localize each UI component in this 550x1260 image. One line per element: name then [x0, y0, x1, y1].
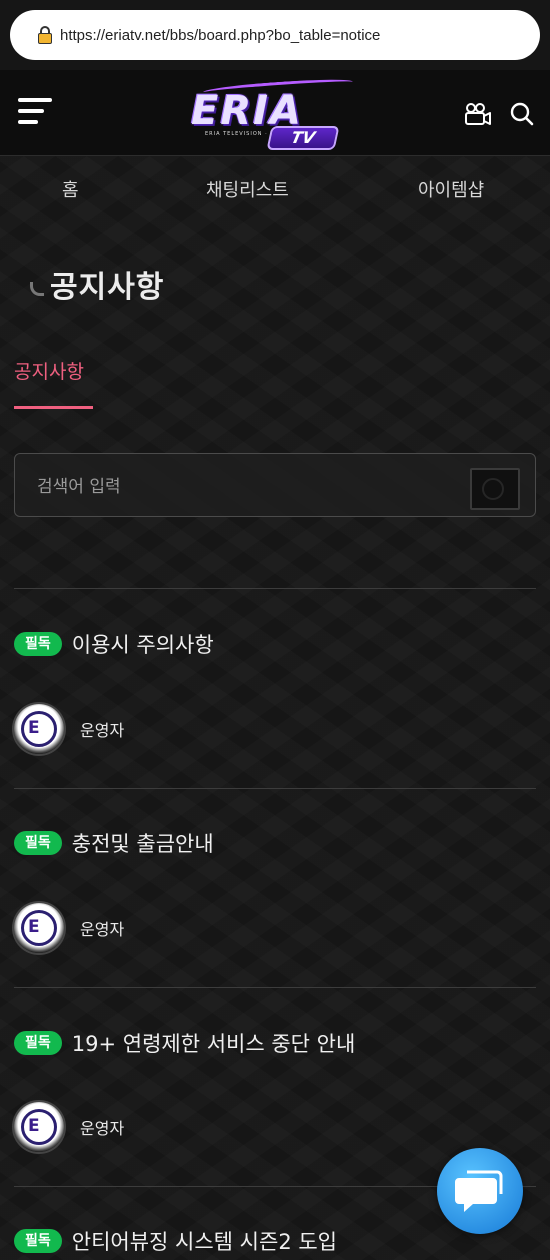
post-title[interactable]: 안티어뷰징 시스템 시즌2 도입	[72, 1226, 337, 1256]
author-name: 운영자	[80, 1119, 125, 1138]
video-camera-icon[interactable]	[464, 102, 492, 126]
search-box	[14, 453, 536, 517]
search-input[interactable]	[37, 474, 457, 500]
list-item[interactable]: 필독 충전및 출금안내	[14, 828, 214, 858]
chat-fab-button[interactable]	[437, 1148, 523, 1234]
post-author: E 운영자	[14, 704, 124, 754]
author-name: 운영자	[80, 920, 125, 939]
must-read-badge: 필독	[14, 632, 62, 656]
url-text[interactable]: https://eriatv.net/bbs/board.php?bo_tabl…	[60, 27, 380, 44]
list-divider	[14, 987, 536, 988]
site-logo[interactable]: ERIA ERIA TELEVISION · DIGITAL · 24/7 TV	[183, 76, 363, 154]
list-item[interactable]: 필독 안티어뷰징 시스템 시즌2 도입	[14, 1226, 337, 1256]
nav-item-chat-list[interactable]: 채팅리스트	[206, 176, 289, 202]
avatar: E	[14, 1102, 64, 1152]
post-author: E 운영자	[14, 1102, 124, 1152]
lock-icon	[38, 26, 52, 44]
post-title[interactable]: 19+ 연령제한 서비스 중단 안내	[72, 1028, 356, 1058]
site-header: ERIA ERIA TELEVISION · DIGITAL · 24/7 TV	[0, 70, 550, 156]
browser-chrome: https://eriatv.net/bbs/board.php?bo_tabl…	[0, 0, 550, 70]
page-title-row: 공지사항	[30, 262, 164, 306]
page-title: 공지사항	[50, 270, 165, 305]
search-icon[interactable]	[510, 102, 534, 126]
list-divider	[14, 588, 536, 589]
list-item[interactable]: 필독 19+ 연령제한 서비스 중단 안내	[14, 1028, 355, 1058]
menu-icon[interactable]	[18, 98, 54, 128]
main-nav: 홈 채팅리스트 아이템샵	[0, 156, 550, 220]
search-button[interactable]	[470, 468, 520, 510]
list-divider	[14, 788, 536, 789]
avatar: E	[14, 903, 64, 953]
author-name: 운영자	[80, 721, 125, 740]
nav-item-item-shop[interactable]: 아이템샵	[418, 176, 484, 202]
must-read-badge: 필독	[14, 831, 62, 855]
must-read-badge: 필독	[14, 1031, 62, 1055]
logo-tv-badge: TV	[266, 126, 340, 150]
post-author: E 운영자	[14, 903, 124, 953]
chat-icon	[455, 1170, 503, 1212]
avatar: E	[14, 704, 64, 754]
must-read-badge: 필독	[14, 1229, 62, 1253]
post-title[interactable]: 이용시 주의사항	[72, 629, 214, 659]
tab-notice[interactable]: 공지사항	[14, 357, 84, 384]
post-title[interactable]: 충전및 출금안내	[72, 828, 214, 858]
nav-item-home[interactable]: 홈	[62, 176, 79, 202]
search-button-icon	[482, 478, 504, 500]
tab-active-indicator	[14, 406, 93, 409]
list-item[interactable]: 필독 이용시 주의사항	[14, 629, 214, 659]
address-bar[interactable]: https://eriatv.net/bbs/board.php?bo_tabl…	[10, 10, 540, 60]
title-decoration-icon	[30, 282, 44, 296]
